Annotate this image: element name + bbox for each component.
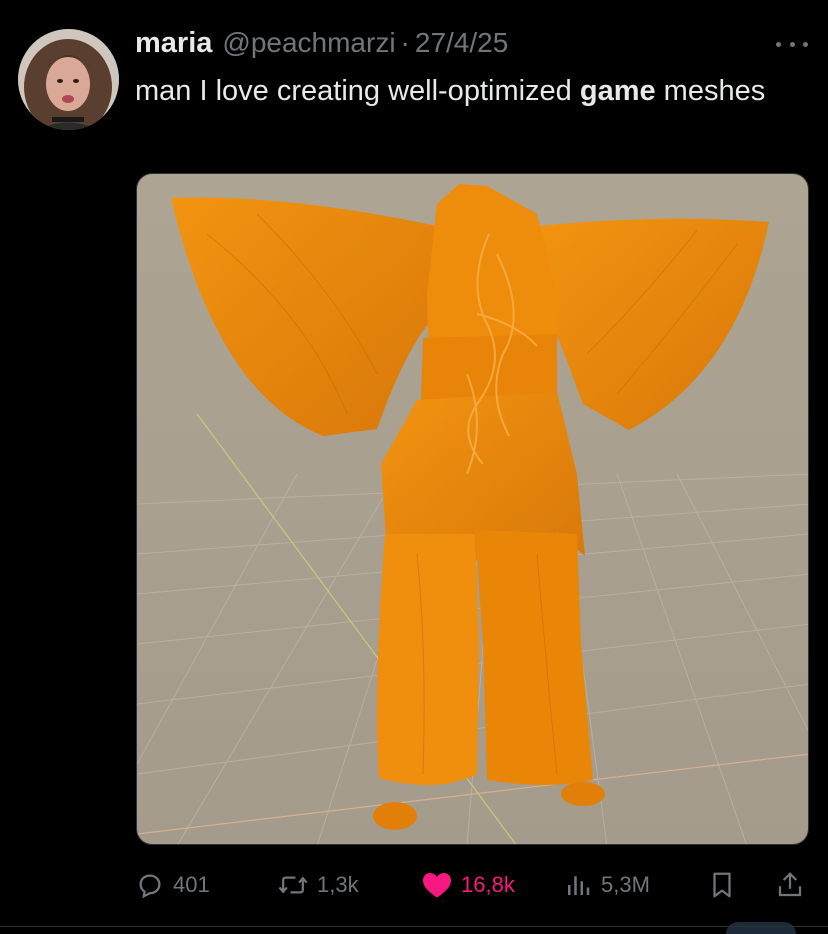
share-icon bbox=[778, 872, 802, 897]
reply-count: 401 bbox=[173, 872, 210, 897]
tweet-actions: 401 1,3k 16,8k 5,3M bbox=[135, 862, 808, 908]
views-count: 5,3M bbox=[601, 872, 650, 897]
repost-count: 1,3k bbox=[317, 872, 359, 897]
more-options-icon[interactable] bbox=[776, 36, 808, 52]
author-name[interactable]: maria bbox=[135, 27, 212, 60]
tweet: maria @peachmarzi · 27/4/25 man I love c… bbox=[0, 0, 828, 934]
views-icon bbox=[568, 876, 590, 895]
like-button[interactable]: 16,8k bbox=[421, 862, 515, 908]
reply-icon bbox=[139, 874, 161, 899]
separator: · bbox=[400, 27, 410, 58]
heart-icon bbox=[423, 873, 451, 898]
tweet-header: maria @peachmarzi · 27/4/25 bbox=[135, 27, 508, 63]
share-button[interactable] bbox=[775, 862, 805, 908]
tweet-text-part: man I love creating well-optimized bbox=[135, 75, 580, 107]
scroll-indicator[interactable] bbox=[726, 922, 796, 934]
repost-button[interactable]: 1,3k bbox=[277, 862, 359, 908]
reply-button[interactable]: 401 bbox=[135, 862, 210, 908]
tweet-media-image[interactable] bbox=[136, 173, 809, 845]
tweet-text: man I love creating well-optimized game … bbox=[135, 70, 795, 112]
avatar[interactable] bbox=[18, 29, 119, 130]
like-count: 16,8k bbox=[461, 872, 515, 897]
repost-icon bbox=[278, 876, 308, 894]
tweet-text-bold: game bbox=[579, 75, 656, 107]
views-button[interactable]: 5,3M bbox=[563, 862, 650, 908]
author-handle[interactable]: @peachmarzi bbox=[222, 27, 395, 59]
divider bbox=[0, 926, 828, 927]
tweet-date[interactable]: 27/4/25 bbox=[415, 27, 508, 59]
bookmark-icon bbox=[713, 872, 731, 898]
bookmark-button[interactable] bbox=[707, 862, 737, 908]
tweet-text-part: meshes bbox=[655, 75, 766, 107]
